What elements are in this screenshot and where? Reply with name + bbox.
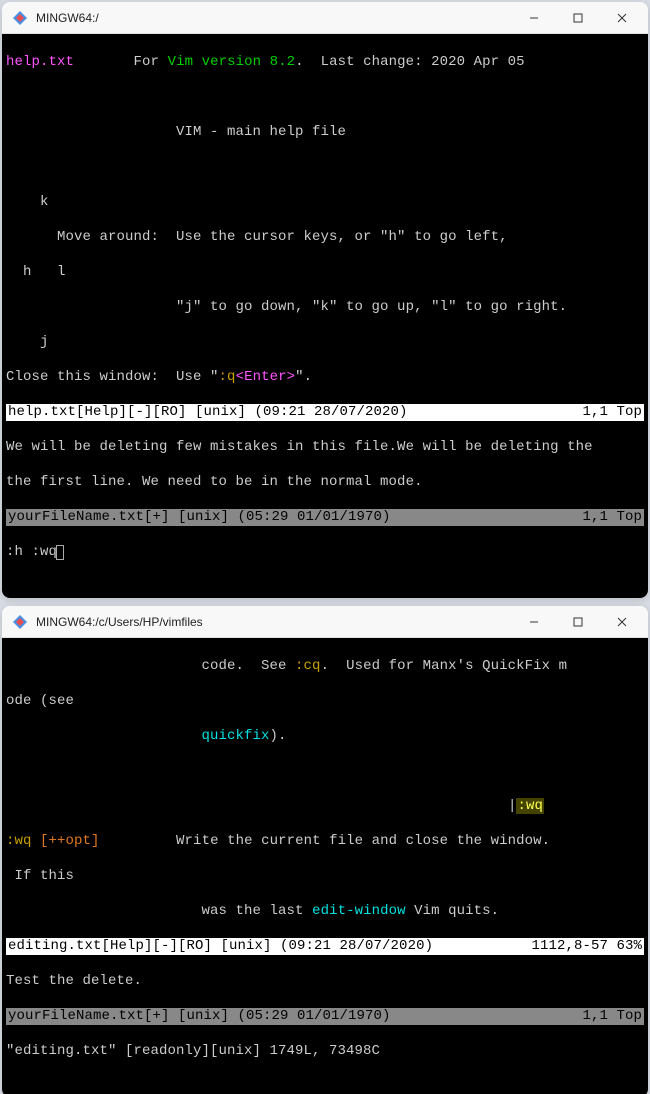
enter-key: <Enter> bbox=[236, 369, 296, 385]
window-top: MINGW64:/ help.txt For Vim version 8.2. … bbox=[2, 2, 648, 598]
jk-line: "j" to go down, "k" to go up, "l" to go … bbox=[6, 299, 644, 317]
status-help: help.txt[Help][-][RO] [unix] (09:21 28/0… bbox=[6, 404, 644, 422]
terminal-top[interactable]: help.txt For Vim version 8.2. Last chang… bbox=[2, 34, 648, 598]
message-line: "editing.txt" [readonly][unix] 1749L, 73… bbox=[6, 1043, 644, 1061]
close-button[interactable] bbox=[600, 3, 644, 33]
window-title: MINGW64:/ bbox=[36, 11, 512, 25]
mingw-icon bbox=[12, 614, 28, 630]
window-controls bbox=[512, 607, 644, 637]
maximize-button[interactable] bbox=[556, 3, 600, 33]
terminal-bottom[interactable]: code. See :cq. Used for Manx's QuickFix … bbox=[2, 638, 648, 1094]
window-controls bbox=[512, 3, 644, 33]
minimize-button[interactable] bbox=[512, 607, 556, 637]
buffer-line-1: We will be deleting few mistakes in this… bbox=[6, 439, 644, 457]
maximize-button[interactable] bbox=[556, 607, 600, 637]
buffer-line-1: Test the delete. bbox=[6, 973, 644, 991]
status-editing: editing.txt[Help][-][RO] [unix] (09:21 2… bbox=[6, 938, 644, 956]
titlebar[interactable]: MINGW64:/ bbox=[2, 2, 648, 34]
minimize-button[interactable] bbox=[512, 3, 556, 33]
mingw-icon bbox=[12, 10, 28, 26]
status-yourfile: yourFileName.txt[+] [unix] (05:29 01/01/… bbox=[6, 509, 644, 527]
status-yourfile: yourFileName.txt[+] [unix] (05:29 01/01/… bbox=[6, 1008, 644, 1026]
key-hl: h l bbox=[6, 264, 644, 282]
titlebar[interactable]: MINGW64:/c/Users/HP/vimfiles bbox=[2, 606, 648, 638]
close-button[interactable] bbox=[600, 607, 644, 637]
key-j: j bbox=[6, 334, 644, 352]
cmd-q: :q bbox=[219, 369, 236, 385]
command-line[interactable]: :h :wq bbox=[6, 544, 644, 562]
help-filename: help.txt bbox=[6, 54, 74, 70]
cmd-wq: :wq bbox=[6, 833, 32, 849]
buffer-line-2: the first line. We need to be in the nor… bbox=[6, 474, 644, 492]
ppopt: [++opt] bbox=[40, 833, 100, 849]
main-help-heading: VIM - main help file bbox=[176, 124, 346, 140]
move-around-line: Move around: Use the cursor keys, or "h"… bbox=[6, 229, 644, 247]
key-k: k bbox=[6, 194, 644, 212]
vim-version: Vim version 8.2 bbox=[168, 54, 296, 70]
window-bottom: MINGW64:/c/Users/HP/vimfiles code. See :… bbox=[2, 606, 648, 1094]
link-edit-window: edit-window bbox=[312, 903, 406, 919]
cmd-cq: :cq bbox=[295, 658, 321, 674]
search-match-wq: :wq bbox=[516, 798, 544, 814]
window-title: MINGW64:/c/Users/HP/vimfiles bbox=[36, 615, 512, 629]
link-quickfix: quickfix bbox=[202, 728, 270, 744]
